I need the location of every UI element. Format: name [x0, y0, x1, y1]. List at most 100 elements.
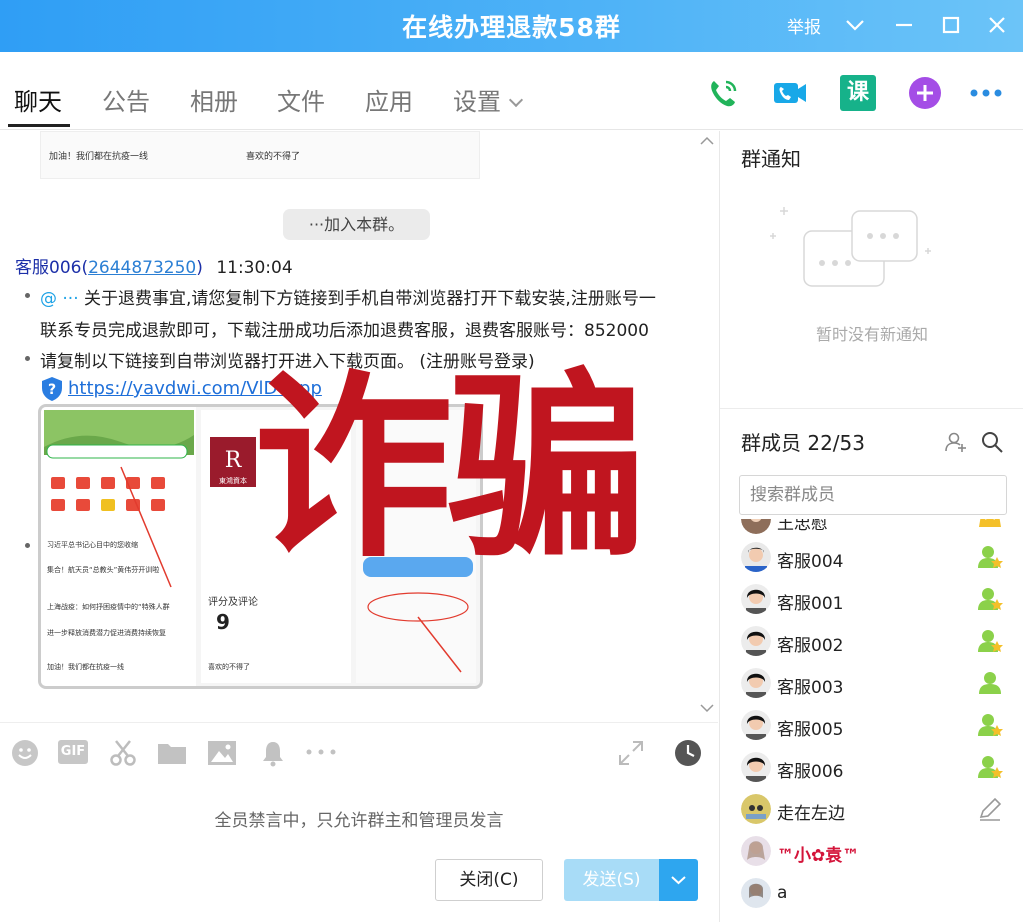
expand-icon[interactable]	[617, 739, 645, 767]
scroll-up-icon[interactable]	[700, 135, 714, 145]
title-bar: 在线办理退款58群 举报	[0, 0, 1023, 52]
scroll-down-icon[interactable]	[700, 704, 714, 714]
avatar	[741, 752, 771, 782]
shot-rating-label: 评分及评论	[208, 595, 258, 608]
prev-card-text: 加油！我们都在抗疫一线	[49, 152, 149, 162]
member-item[interactable]: ™小✿袁™	[720, 831, 1023, 873]
avatar	[741, 626, 771, 656]
more-dots-icon[interactable]	[305, 747, 337, 757]
member-name: 客服001	[777, 594, 844, 614]
member-name: ™小✿袁™	[777, 846, 860, 866]
bell-icon[interactable]	[259, 739, 287, 767]
member-item[interactable]: 客服005	[720, 705, 1023, 747]
tab-announcement[interactable]: 公告	[102, 82, 150, 117]
avatar	[741, 668, 771, 698]
admin-badge-icon	[978, 546, 1003, 568]
more-icon[interactable]	[968, 75, 1004, 111]
owner-crown-icon	[979, 519, 1001, 527]
divider	[720, 408, 1023, 409]
report-button[interactable]: 举报	[787, 13, 821, 38]
close-button[interactable]: 关闭(C)	[435, 859, 543, 901]
previous-image-fragment: 加油！我们都在抗疫一线 喜欢的不得了	[40, 131, 480, 179]
chat-messages[interactable]: 加油！我们都在抗疫一线 喜欢的不得了 ···加入本群。 客服006(264487…	[0, 131, 718, 721]
member-search-input[interactable]	[739, 475, 1007, 515]
clock-history-icon[interactable]	[674, 739, 702, 767]
avatar	[741, 584, 771, 614]
folder-icon[interactable]	[157, 739, 187, 767]
tab-settings[interactable]: 设置	[453, 82, 524, 117]
member-name: 客服006	[777, 762, 844, 782]
minimize-icon[interactable]	[891, 12, 917, 38]
sender-qq-number[interactable]: 2644873250	[88, 258, 196, 278]
mention[interactable]: @ ···	[40, 289, 79, 309]
search-icon[interactable]	[980, 430, 1004, 454]
tab-album[interactable]: 相册	[190, 82, 238, 117]
edit-pencil-icon[interactable]	[976, 795, 1004, 823]
add-app-icon[interactable]	[907, 75, 943, 111]
member-name: 客服005	[777, 720, 844, 740]
member-item[interactable]: 客服003	[720, 663, 1023, 705]
screenshot-scissors-icon[interactable]	[109, 739, 137, 767]
message-bullet	[25, 543, 30, 548]
group-notice-title: 群通知	[741, 147, 801, 171]
tab-files[interactable]: 文件	[277, 82, 325, 117]
svg-text:R: R	[225, 448, 243, 473]
message-bullet	[25, 356, 30, 361]
video-call-icon[interactable]	[772, 75, 808, 111]
member-item[interactable]: 客服001	[720, 579, 1023, 621]
message-text-1: 关于退费事宜,请您复制下方链接到手机自带浏览器打开下载安装,注册账号一	[84, 289, 656, 309]
avatar	[741, 710, 771, 740]
shot-news-3: 上海战疫：如何抒困疫情中的“特殊人群	[47, 602, 170, 611]
chevron-down-icon[interactable]	[842, 12, 868, 38]
admin-badge-icon	[978, 756, 1003, 778]
chevron-down-icon	[671, 876, 686, 885]
send-button[interactable]: 发送(S)	[564, 859, 659, 901]
member-item[interactable]: 走在左边	[720, 789, 1023, 831]
admin-badge-icon	[978, 630, 1003, 652]
phone-call-icon[interactable]	[705, 75, 741, 111]
window-title: 在线办理退款58群	[402, 13, 621, 42]
image-icon[interactable]	[207, 739, 237, 767]
tab-settings-label: 设置	[453, 88, 501, 116]
tab-apps[interactable]: 应用	[365, 82, 413, 117]
svg-text:?: ?	[48, 382, 56, 398]
mute-notice: 全员禁言中，只允许群主和管理员发言	[214, 811, 504, 831]
notice-empty-text: 暂时没有新通知	[815, 325, 928, 344]
admin-badge-icon	[978, 588, 1003, 610]
message-sender: 客服006(2644873250) 11:30:04	[15, 253, 293, 278]
shot-rating-value: 9	[216, 610, 230, 634]
avatar	[741, 836, 771, 866]
class-icon[interactable]: 课	[840, 75, 876, 111]
member-item[interactable]: a	[720, 873, 1023, 915]
maximize-icon[interactable]	[938, 12, 964, 38]
tab-chat[interactable]: 聊天	[14, 82, 62, 117]
member-item[interactable]: 客服004	[720, 537, 1023, 579]
member-item[interactable]: 客服002	[720, 621, 1023, 663]
member-badge-icon	[979, 672, 1001, 694]
shot-news-5: 加油！我们都在抗疫一线	[47, 662, 124, 671]
avatar	[741, 519, 771, 534]
chevron-down-icon	[508, 92, 524, 108]
message-bullet	[25, 293, 30, 298]
avatar	[741, 542, 771, 572]
scam-warning-overlay: 诈骗	[253, 352, 647, 585]
member-name: a	[777, 883, 788, 903]
empty-notice-illustration-icon	[770, 207, 931, 287]
send-options-dropdown[interactable]	[659, 859, 698, 901]
member-name: 客服004	[777, 552, 844, 572]
avatar	[741, 878, 771, 908]
emoji-icon[interactable]	[11, 739, 39, 767]
message-line-2: 联系专员完成退款即可，下载注册成功后添加退费客服，退费客服账号：852000	[40, 321, 649, 341]
member-item[interactable]: 客服006	[720, 747, 1023, 789]
gif-icon[interactable]: GIF	[58, 740, 88, 764]
member-list[interactable]: 王忠慰 客服004 客服001 客服002 客服003 客服005 客服006 …	[720, 519, 1023, 922]
member-name: 客服002	[777, 636, 844, 656]
shot-review: 喜欢的不得了	[208, 662, 250, 671]
prev-card-review: 喜欢的不得了	[246, 152, 301, 162]
close-icon[interactable]	[984, 12, 1010, 38]
add-member-icon[interactable]	[944, 430, 968, 454]
member-name: 走在左边	[777, 804, 845, 824]
shot-news-1: 习近平总书记心目中的您收缩	[47, 540, 138, 549]
member-name: 王忠慰	[777, 519, 828, 534]
sender-name[interactable]: 客服006(	[15, 258, 88, 278]
